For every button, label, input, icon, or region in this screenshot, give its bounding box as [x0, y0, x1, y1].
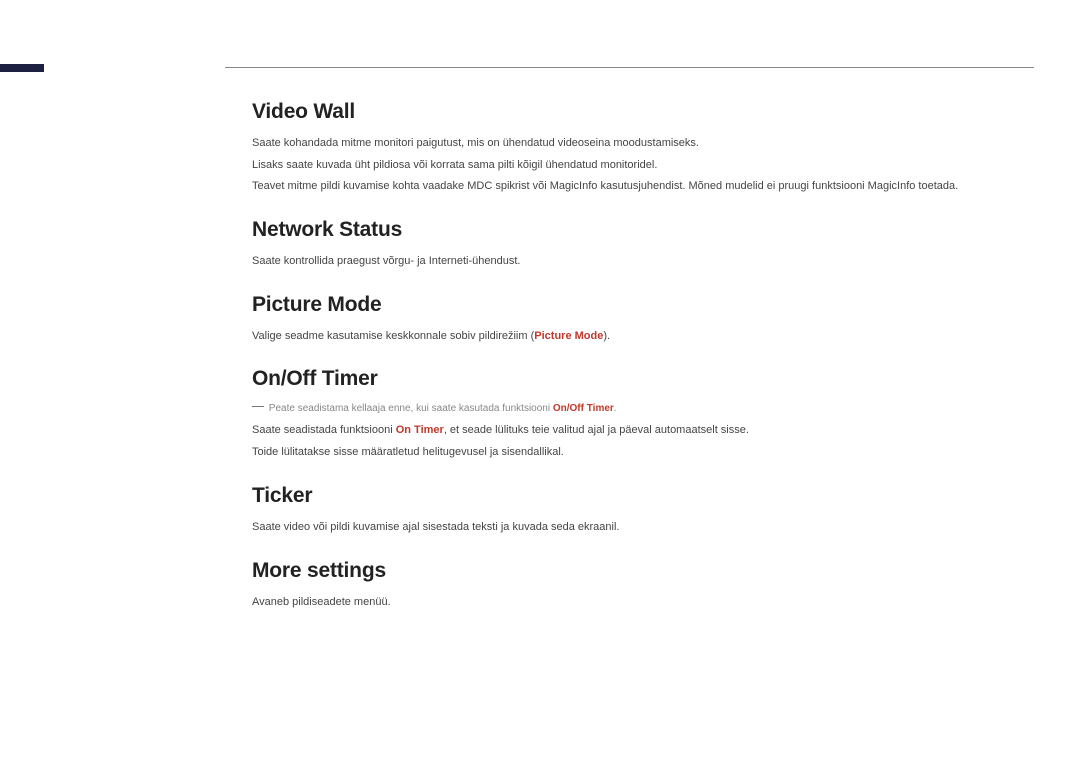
top-divider	[225, 67, 1034, 68]
heading-picture-mode: Picture Mode	[252, 293, 1034, 317]
section-picture-mode: Picture Mode Valige seadme kasutamise ke…	[252, 293, 1034, 346]
section-more-settings: More settings Avaneb pildiseadete menüü.	[252, 559, 1034, 612]
heading-network-status: Network Status	[252, 218, 1034, 242]
text-fragment: Saate seadistada funktsiooni	[252, 424, 396, 436]
body-text: Saate seadistada funktsiooni On Timer, e…	[252, 421, 1034, 440]
section-video-wall: Video Wall Saate kohandada mitme monitor…	[252, 100, 1034, 196]
text-fragment: Peate seadistama kellaaja enne, kui saat…	[269, 403, 553, 414]
body-text: Saate kohandada mitme monitori paigutust…	[252, 134, 1034, 153]
body-text: Teavet mitme pildi kuvamise kohta vaadak…	[252, 177, 1034, 196]
section-onoff-timer: On/Off Timer Peate seadistama kellaaja e…	[252, 367, 1034, 461]
side-tab-marker	[0, 64, 44, 72]
note-dash-icon	[252, 406, 264, 407]
body-text: Saate kontrollida praegust võrgu- ja Int…	[252, 252, 1034, 271]
section-network-status: Network Status Saate kontrollida praegus…	[252, 218, 1034, 271]
heading-onoff-timer: On/Off Timer	[252, 367, 1034, 391]
note-text: Peate seadistama kellaaja enne, kui saat…	[252, 401, 1034, 417]
text-fragment: .	[614, 403, 617, 414]
document-content: Video Wall Saate kohandada mitme monitor…	[252, 100, 1034, 633]
body-text: Lisaks saate kuvada üht pildiosa või kor…	[252, 156, 1034, 175]
text-fragment: , et seade lülituks teie valitud ajal ja…	[444, 424, 749, 436]
highlight-onoff-timer: On/Off Timer	[553, 403, 614, 414]
highlight-picture-mode: Picture Mode	[534, 330, 603, 342]
body-text: Saate video või pildi kuvamise ajal sise…	[252, 518, 1034, 537]
body-text: Avaneb pildiseadete menüü.	[252, 593, 1034, 612]
highlight-on-timer: On Timer	[396, 424, 444, 436]
heading-ticker: Ticker	[252, 484, 1034, 508]
body-text: Valige seadme kasutamise keskkonnale sob…	[252, 327, 1034, 346]
heading-more-settings: More settings	[252, 559, 1034, 583]
text-fragment: Valige seadme kasutamise keskkonnale sob…	[252, 330, 534, 342]
text-fragment: ).	[603, 330, 610, 342]
body-text: Toide lülitatakse sisse määratletud heli…	[252, 443, 1034, 462]
section-ticker: Ticker Saate video või pildi kuvamise aj…	[252, 484, 1034, 537]
heading-video-wall: Video Wall	[252, 100, 1034, 124]
